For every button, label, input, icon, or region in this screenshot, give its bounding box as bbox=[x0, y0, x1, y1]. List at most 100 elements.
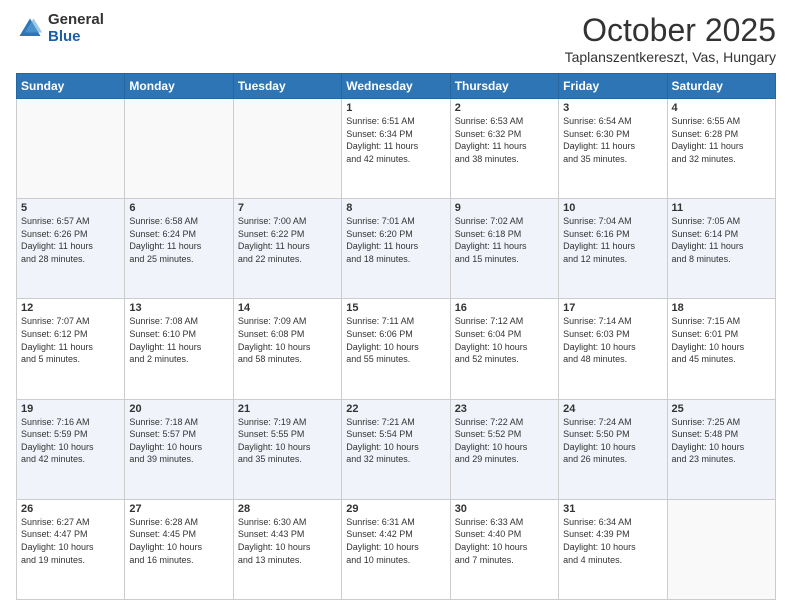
day-number: 1 bbox=[346, 102, 445, 114]
table-row: 29Sunrise: 6:31 AM Sunset: 4:42 PM Dayli… bbox=[342, 499, 450, 599]
table-row: 11Sunrise: 7:05 AM Sunset: 6:14 PM Dayli… bbox=[667, 199, 775, 299]
day-number: 15 bbox=[346, 302, 445, 314]
day-info: Sunrise: 6:51 AM Sunset: 6:34 PM Dayligh… bbox=[346, 115, 445, 165]
day-number: 21 bbox=[238, 403, 337, 415]
day-info: Sunrise: 7:00 AM Sunset: 6:22 PM Dayligh… bbox=[238, 215, 337, 265]
day-info: Sunrise: 7:22 AM Sunset: 5:52 PM Dayligh… bbox=[455, 416, 554, 466]
col-thursday: Thursday bbox=[450, 74, 558, 99]
day-number: 26 bbox=[21, 503, 120, 515]
table-row: 5Sunrise: 6:57 AM Sunset: 6:26 PM Daylig… bbox=[17, 199, 125, 299]
day-number: 19 bbox=[21, 403, 120, 415]
table-row: 24Sunrise: 7:24 AM Sunset: 5:50 PM Dayli… bbox=[559, 399, 667, 499]
day-info: Sunrise: 6:30 AM Sunset: 4:43 PM Dayligh… bbox=[238, 516, 337, 566]
calendar-table: Sunday Monday Tuesday Wednesday Thursday… bbox=[16, 73, 776, 600]
table-row: 27Sunrise: 6:28 AM Sunset: 4:45 PM Dayli… bbox=[125, 499, 233, 599]
day-number: 18 bbox=[672, 302, 771, 314]
table-row: 26Sunrise: 6:27 AM Sunset: 4:47 PM Dayli… bbox=[17, 499, 125, 599]
day-number: 24 bbox=[563, 403, 662, 415]
table-row bbox=[125, 99, 233, 199]
table-row: 15Sunrise: 7:11 AM Sunset: 6:06 PM Dayli… bbox=[342, 299, 450, 399]
day-info: Sunrise: 7:18 AM Sunset: 5:57 PM Dayligh… bbox=[129, 416, 228, 466]
day-number: 14 bbox=[238, 302, 337, 314]
day-info: Sunrise: 7:14 AM Sunset: 6:03 PM Dayligh… bbox=[563, 315, 662, 365]
day-number: 20 bbox=[129, 403, 228, 415]
day-info: Sunrise: 7:02 AM Sunset: 6:18 PM Dayligh… bbox=[455, 215, 554, 265]
day-number: 25 bbox=[672, 403, 771, 415]
table-row: 7Sunrise: 7:00 AM Sunset: 6:22 PM Daylig… bbox=[233, 199, 341, 299]
day-number: 23 bbox=[455, 403, 554, 415]
day-info: Sunrise: 6:34 AM Sunset: 4:39 PM Dayligh… bbox=[563, 516, 662, 566]
table-row: 21Sunrise: 7:19 AM Sunset: 5:55 PM Dayli… bbox=[233, 399, 341, 499]
table-row: 23Sunrise: 7:22 AM Sunset: 5:52 PM Dayli… bbox=[450, 399, 558, 499]
day-number: 13 bbox=[129, 302, 228, 314]
day-info: Sunrise: 7:07 AM Sunset: 6:12 PM Dayligh… bbox=[21, 315, 120, 365]
table-row: 25Sunrise: 7:25 AM Sunset: 5:48 PM Dayli… bbox=[667, 399, 775, 499]
table-row bbox=[17, 99, 125, 199]
day-number: 29 bbox=[346, 503, 445, 515]
title-block: October 2025 Taplanszentkereszt, Vas, Hu… bbox=[565, 12, 776, 65]
day-info: Sunrise: 7:12 AM Sunset: 6:04 PM Dayligh… bbox=[455, 315, 554, 365]
table-row: 9Sunrise: 7:02 AM Sunset: 6:18 PM Daylig… bbox=[450, 199, 558, 299]
col-tuesday: Tuesday bbox=[233, 74, 341, 99]
day-number: 7 bbox=[238, 202, 337, 214]
col-monday: Monday bbox=[125, 74, 233, 99]
calendar-header-row: Sunday Monday Tuesday Wednesday Thursday… bbox=[17, 74, 776, 99]
day-number: 3 bbox=[563, 102, 662, 114]
header: General Blue October 2025 Taplanszentker… bbox=[16, 12, 776, 65]
day-number: 28 bbox=[238, 503, 337, 515]
day-number: 12 bbox=[21, 302, 120, 314]
logo-blue-text: Blue bbox=[48, 29, 104, 46]
page: General Blue October 2025 Taplanszentker… bbox=[0, 0, 792, 612]
location-subtitle: Taplanszentkereszt, Vas, Hungary bbox=[565, 49, 776, 65]
day-number: 22 bbox=[346, 403, 445, 415]
day-info: Sunrise: 7:01 AM Sunset: 6:20 PM Dayligh… bbox=[346, 215, 445, 265]
table-row: 12Sunrise: 7:07 AM Sunset: 6:12 PM Dayli… bbox=[17, 299, 125, 399]
day-info: Sunrise: 6:28 AM Sunset: 4:45 PM Dayligh… bbox=[129, 516, 228, 566]
day-info: Sunrise: 7:24 AM Sunset: 5:50 PM Dayligh… bbox=[563, 416, 662, 466]
day-info: Sunrise: 7:04 AM Sunset: 6:16 PM Dayligh… bbox=[563, 215, 662, 265]
calendar-week-1: 1Sunrise: 6:51 AM Sunset: 6:34 PM Daylig… bbox=[17, 99, 776, 199]
logo-text: General Blue bbox=[48, 12, 104, 45]
day-info: Sunrise: 7:21 AM Sunset: 5:54 PM Dayligh… bbox=[346, 416, 445, 466]
day-info: Sunrise: 6:27 AM Sunset: 4:47 PM Dayligh… bbox=[21, 516, 120, 566]
table-row: 4Sunrise: 6:55 AM Sunset: 6:28 PM Daylig… bbox=[667, 99, 775, 199]
table-row: 8Sunrise: 7:01 AM Sunset: 6:20 PM Daylig… bbox=[342, 199, 450, 299]
col-wednesday: Wednesday bbox=[342, 74, 450, 99]
table-row: 17Sunrise: 7:14 AM Sunset: 6:03 PM Dayli… bbox=[559, 299, 667, 399]
table-row bbox=[233, 99, 341, 199]
table-row: 30Sunrise: 6:33 AM Sunset: 4:40 PM Dayli… bbox=[450, 499, 558, 599]
logo-general-text: General bbox=[48, 12, 104, 29]
day-info: Sunrise: 7:08 AM Sunset: 6:10 PM Dayligh… bbox=[129, 315, 228, 365]
table-row: 14Sunrise: 7:09 AM Sunset: 6:08 PM Dayli… bbox=[233, 299, 341, 399]
day-number: 10 bbox=[563, 202, 662, 214]
col-saturday: Saturday bbox=[667, 74, 775, 99]
table-row: 10Sunrise: 7:04 AM Sunset: 6:16 PM Dayli… bbox=[559, 199, 667, 299]
calendar-week-3: 12Sunrise: 7:07 AM Sunset: 6:12 PM Dayli… bbox=[17, 299, 776, 399]
day-number: 2 bbox=[455, 102, 554, 114]
day-info: Sunrise: 7:16 AM Sunset: 5:59 PM Dayligh… bbox=[21, 416, 120, 466]
table-row: 28Sunrise: 6:30 AM Sunset: 4:43 PM Dayli… bbox=[233, 499, 341, 599]
table-row bbox=[667, 499, 775, 599]
table-row: 31Sunrise: 6:34 AM Sunset: 4:39 PM Dayli… bbox=[559, 499, 667, 599]
table-row: 16Sunrise: 7:12 AM Sunset: 6:04 PM Dayli… bbox=[450, 299, 558, 399]
table-row: 22Sunrise: 7:21 AM Sunset: 5:54 PM Dayli… bbox=[342, 399, 450, 499]
day-number: 16 bbox=[455, 302, 554, 314]
col-sunday: Sunday bbox=[17, 74, 125, 99]
day-number: 11 bbox=[672, 202, 771, 214]
day-info: Sunrise: 6:57 AM Sunset: 6:26 PM Dayligh… bbox=[21, 215, 120, 265]
col-friday: Friday bbox=[559, 74, 667, 99]
day-number: 17 bbox=[563, 302, 662, 314]
table-row: 2Sunrise: 6:53 AM Sunset: 6:32 PM Daylig… bbox=[450, 99, 558, 199]
month-title: October 2025 bbox=[565, 12, 776, 49]
table-row: 20Sunrise: 7:18 AM Sunset: 5:57 PM Dayli… bbox=[125, 399, 233, 499]
day-info: Sunrise: 6:31 AM Sunset: 4:42 PM Dayligh… bbox=[346, 516, 445, 566]
day-number: 9 bbox=[455, 202, 554, 214]
day-number: 31 bbox=[563, 503, 662, 515]
day-number: 4 bbox=[672, 102, 771, 114]
calendar-week-2: 5Sunrise: 6:57 AM Sunset: 6:26 PM Daylig… bbox=[17, 199, 776, 299]
day-number: 30 bbox=[455, 503, 554, 515]
table-row: 6Sunrise: 6:58 AM Sunset: 6:24 PM Daylig… bbox=[125, 199, 233, 299]
day-info: Sunrise: 6:55 AM Sunset: 6:28 PM Dayligh… bbox=[672, 115, 771, 165]
day-info: Sunrise: 7:05 AM Sunset: 6:14 PM Dayligh… bbox=[672, 215, 771, 265]
day-number: 8 bbox=[346, 202, 445, 214]
